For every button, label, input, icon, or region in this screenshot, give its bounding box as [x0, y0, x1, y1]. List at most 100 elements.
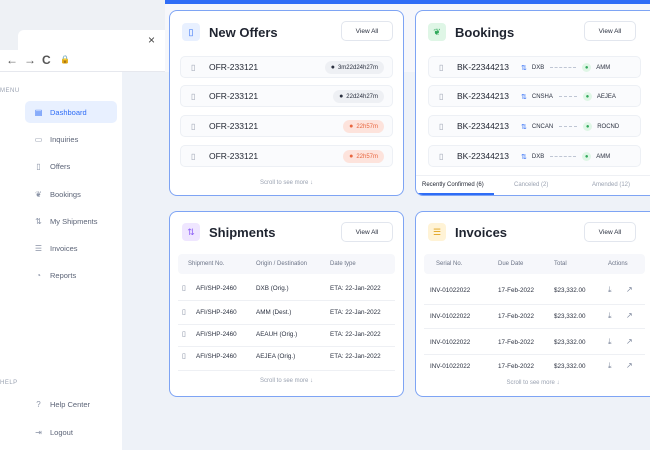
help-icon: ?	[36, 399, 41, 409]
browser-tab[interactable]	[18, 30, 165, 50]
location-icon: ●	[582, 63, 592, 72]
sidebar-item-bookings[interactable]: ❦ Bookings	[25, 183, 117, 205]
sidebar-item-invoices[interactable]: ☰ Invoices	[25, 237, 117, 259]
booking-row[interactable]: ▯ BK-22344213 ⇅ CNCAN ● ROCND	[428, 115, 641, 137]
document-icon: ▯	[191, 121, 196, 131]
document-icon: ▯	[182, 309, 186, 316]
bookings-view-all-button[interactable]: View All	[584, 21, 636, 41]
document-icon: ▯	[439, 151, 444, 161]
bookings-card: ❦ Bookings View All ▯ BK-22344213 ⇅ DXB …	[415, 10, 650, 196]
tab-amended[interactable]: Amended (12)	[592, 182, 630, 188]
help-section-label: HELP	[0, 380, 18, 386]
transfer-icon: ⇅	[182, 223, 200, 241]
row-divider	[178, 370, 395, 371]
external-link-icon[interactable]: ↗	[626, 311, 633, 320]
tab-canceled[interactable]: Canceled (2)	[514, 182, 548, 188]
card-title: Bookings	[455, 24, 515, 40]
column-header: Date type	[330, 261, 356, 267]
document-icon: ▯	[439, 121, 444, 131]
card-title: Shipments	[209, 224, 276, 240]
offer-row[interactable]: ▯ OFR-233121 ● 22h57m	[180, 115, 393, 137]
row-divider	[178, 346, 395, 347]
download-icon[interactable]: ⤓	[608, 337, 612, 347]
shipments-scroll-hint: Scroll to see more ↓	[259, 378, 314, 384]
shipments-view-all-button[interactable]: View All	[341, 222, 393, 242]
location-icon: ●	[583, 122, 593, 131]
browser-toolbar: ← → C 🔒	[0, 50, 165, 72]
location-icon: ●	[582, 152, 592, 161]
sidebar-item-dashboard[interactable]: ▤ Dashboard	[25, 101, 117, 123]
offers-view-all-button[interactable]: View All	[341, 21, 393, 41]
column-header: Shipment No.	[188, 261, 225, 267]
row-divider	[424, 354, 645, 355]
timer-badge: ● 3m22d24h27m	[324, 61, 384, 74]
sidebar-item-logout[interactable]: ⇥ Logout	[25, 421, 117, 443]
booking-row[interactable]: ▯ BK-22344213 ⇅ DXB ● AMM	[428, 145, 641, 167]
transfer-icon: ⇅	[35, 216, 42, 226]
document-icon: ▯	[439, 91, 444, 101]
download-icon[interactable]: ⤓	[608, 361, 612, 371]
forward-icon[interactable]: →	[24, 53, 36, 67]
booking-row[interactable]: ▯ BK-22344213 ⇅ DXB ● AMM	[428, 56, 641, 78]
back-icon[interactable]: ←	[6, 53, 18, 67]
sidebar-item-reports[interactable]: ◔ Reports	[25, 264, 117, 286]
transfer-icon: ⇅	[521, 64, 527, 72]
column-header: Total	[554, 261, 567, 267]
reload-icon[interactable]: C	[42, 53, 51, 67]
booking-row[interactable]: ▯ BK-22344213 ⇅ CNSHA ● AEJEA	[428, 85, 641, 107]
document-icon: ▯	[439, 62, 444, 72]
dashboard-icon: ▤	[34, 107, 43, 117]
timer-icon: ●	[330, 64, 335, 71]
shipments-card: ⇅ Shipments View All Shipment No. Origin…	[169, 211, 404, 397]
sidebar-item-help-center[interactable]: ? Help Center	[25, 393, 117, 415]
document-icon: ▯	[36, 161, 41, 171]
arrow-down-icon: ↓	[310, 180, 314, 186]
column-header: Due Date	[498, 261, 524, 267]
lock-icon: 🔒	[60, 55, 70, 64]
row-divider	[424, 304, 645, 305]
row-divider	[178, 300, 395, 301]
document-icon: ▯	[182, 23, 200, 41]
sidebar-item-offers[interactable]: ▯ Offers	[25, 155, 117, 177]
route-line	[558, 96, 577, 97]
leaf-icon: ❦	[35, 189, 42, 199]
invoices-view-all-button[interactable]: View All	[584, 222, 636, 242]
new-offers-card: ▯ New Offers View All ▯ OFR-233121 ● 3m22…	[169, 10, 404, 196]
chat-icon: ▭	[34, 134, 43, 144]
offer-row[interactable]: ▯ OFR-233121 ● 22d24h27m	[180, 85, 393, 107]
external-link-icon[interactable]: ↗	[626, 337, 633, 346]
external-link-icon[interactable]: ↗	[626, 285, 633, 294]
offers-scroll-hint: Scroll to see more ↓	[259, 180, 314, 186]
transfer-icon: ⇅	[521, 93, 527, 101]
external-link-icon[interactable]: ↗	[626, 361, 633, 370]
leaf-icon: ❦	[428, 23, 446, 41]
offer-row[interactable]: ▯ OFR-233121 ● 3m22d24h27m	[180, 56, 393, 78]
browser-tabstrip: ×	[0, 0, 165, 50]
list-icon: ☰	[428, 223, 446, 241]
timer-badge: ● 22d24h27m	[333, 90, 384, 103]
document-icon: ▯	[182, 353, 186, 360]
list-icon: ☰	[34, 243, 43, 253]
card-title: New Offers	[209, 24, 278, 40]
row-divider	[424, 328, 645, 329]
route: ⇅ DXB ● AMM	[521, 63, 611, 72]
route-line	[559, 126, 578, 127]
sidebar-item-my-shipments[interactable]: ⇅ My Shipments	[25, 210, 117, 232]
row-divider	[178, 324, 395, 325]
card-title: Invoices	[455, 224, 508, 240]
column-header: Origin / Destination	[256, 261, 308, 267]
location-icon: ●	[582, 92, 592, 101]
route-line	[550, 67, 577, 68]
transfer-icon: ⇅	[521, 153, 527, 161]
close-icon[interactable]: ×	[148, 33, 155, 47]
arrow-down-icon: ↓	[310, 378, 314, 384]
document-icon: ▯	[182, 331, 186, 338]
menu-section-label: MENU	[0, 88, 20, 94]
download-icon[interactable]: ⤓	[608, 285, 612, 295]
transfer-icon: ⇅	[521, 123, 527, 131]
offer-row[interactable]: ▯ OFR-233121 ● 22h57m	[180, 145, 393, 167]
document-icon: ▯	[182, 285, 186, 292]
sidebar-item-inquiries[interactable]: ▭ Inquiries	[25, 128, 117, 150]
download-icon[interactable]: ⤓	[608, 311, 612, 321]
tab-recently-confirmed[interactable]: Recently Confirmed (6)	[422, 182, 484, 188]
